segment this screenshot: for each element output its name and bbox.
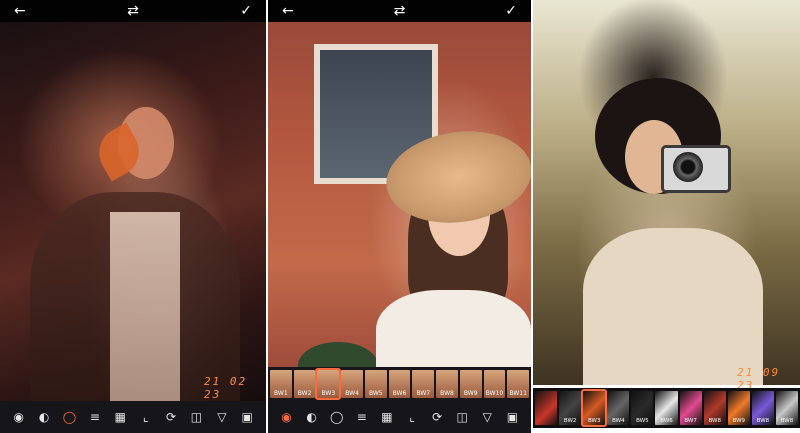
date-stamp: 21 02 23	[204, 375, 248, 401]
filter-thumb[interactable]: BW9	[727, 391, 750, 425]
sliders-icon[interactable]: ≡	[355, 410, 369, 424]
filter-thumb[interactable]: BW1	[270, 370, 292, 398]
photo-preview	[0, 22, 266, 424]
filter-thumb[interactable]: BW8	[751, 391, 774, 425]
tool-bar: ◉ ◐ ◯ ≡ ▦ ⌞ ⟳ ◫ ▽ ▣	[268, 401, 531, 433]
rotate-icon[interactable]: ⟳	[164, 410, 178, 424]
editor-panel-3: 21 09 23 BW2 BW3 BW4 BW5 BW6 BW7 BW8 BW9…	[533, 0, 800, 433]
frame-icon[interactable]: ▣	[240, 410, 254, 424]
vignette-icon[interactable]: ▽	[215, 410, 229, 424]
vignette-icon[interactable]: ▽	[480, 410, 494, 424]
tool-bar: ◉ ◐ ◯ ≡ ▦ ⌞ ⟳ ◫ ▽ ▣	[0, 401, 266, 433]
frame-icon[interactable]: ▣	[505, 410, 519, 424]
filter-thumb[interactable]: BW8	[436, 370, 458, 398]
perspective-icon[interactable]: ◫	[455, 410, 469, 424]
filter-thumb[interactable]	[535, 391, 558, 425]
editor-panel-1: ← ⇄ ✓ 21 02 23 ◉ ◐ ◯ ≡ ▦ ⌞ ⟳ ◫ ▽ ▣	[0, 0, 266, 433]
filter-strip: BW2 BW3 BW4 BW5 BW6 BW7 BW8 BW9 BW8 BW8	[533, 388, 800, 428]
filter-icon[interactable]: ◯	[330, 410, 344, 424]
camera-lens	[673, 152, 703, 182]
filter-thumb-selected[interactable]: BW3	[581, 389, 608, 427]
filter-thumb[interactable]: BW5	[631, 391, 654, 425]
top-bar: ← ⇄ ✓	[268, 0, 531, 22]
filter-thumb[interactable]: BW8	[775, 391, 799, 425]
filter-thumb[interactable]: BW6	[655, 391, 678, 425]
contrast-icon[interactable]: ◐	[37, 410, 51, 424]
calendar-icon[interactable]: ▦	[380, 410, 394, 424]
filter-thumb[interactable]: BW4	[341, 370, 363, 398]
filter-strip: BW1 BW2 BW3 BW4 BW5 BW6 BW7 BW8 BW9 BW10…	[268, 367, 531, 401]
arrow-left-icon[interactable]: ←	[282, 4, 294, 18]
photo-preview	[268, 22, 531, 389]
photo-subject-sweater	[110, 212, 180, 424]
palette-icon[interactable]: ◉	[12, 410, 26, 424]
filter-thumb[interactable]: BW2	[293, 370, 316, 398]
filter-thumb[interactable]: BW7	[412, 370, 435, 398]
check-icon[interactable]: ✓	[240, 4, 252, 18]
top-bar: ← ⇄ ✓	[0, 0, 266, 22]
filter-thumb[interactable]: BW2	[559, 391, 582, 425]
shuffle-icon[interactable]: ⇄	[394, 4, 406, 18]
rotate-icon[interactable]: ⟳	[430, 410, 444, 424]
filter-thumb[interactable]: BW7	[679, 391, 702, 425]
editor-panel-2: ← ⇄ ✓ BW1 BW2 BW3 BW4 BW5 BW6 BW7 BW8 BW…	[268, 0, 531, 433]
arrow-left-icon[interactable]: ←	[14, 4, 26, 18]
check-icon[interactable]: ✓	[505, 4, 517, 18]
filter-thumb[interactable]: BW4	[607, 391, 630, 425]
perspective-icon[interactable]: ◫	[189, 410, 203, 424]
filter-icon[interactable]: ◯	[62, 410, 76, 424]
sliders-icon[interactable]: ≡	[88, 410, 102, 424]
crop-icon[interactable]: ⌞	[405, 410, 419, 424]
filter-thumb[interactable]: BW6	[388, 370, 411, 398]
filter-thumb[interactable]: BW10	[483, 370, 506, 398]
filter-thumb-selected[interactable]: BW3	[315, 368, 342, 400]
palette-icon[interactable]: ◉	[280, 410, 294, 424]
filter-thumb[interactable]: BW9	[459, 370, 482, 398]
calendar-icon[interactable]: ▦	[113, 410, 127, 424]
filter-thumb[interactable]: BW11	[507, 370, 530, 398]
contrast-icon[interactable]: ◐	[305, 410, 319, 424]
crop-icon[interactable]: ⌞	[139, 410, 153, 424]
shuffle-icon[interactable]: ⇄	[127, 4, 139, 18]
filter-thumb[interactable]: BW8	[703, 391, 726, 425]
photo-subject-body	[583, 228, 763, 385]
filter-thumb[interactable]: BW5	[364, 370, 387, 398]
photo-preview	[533, 0, 800, 385]
